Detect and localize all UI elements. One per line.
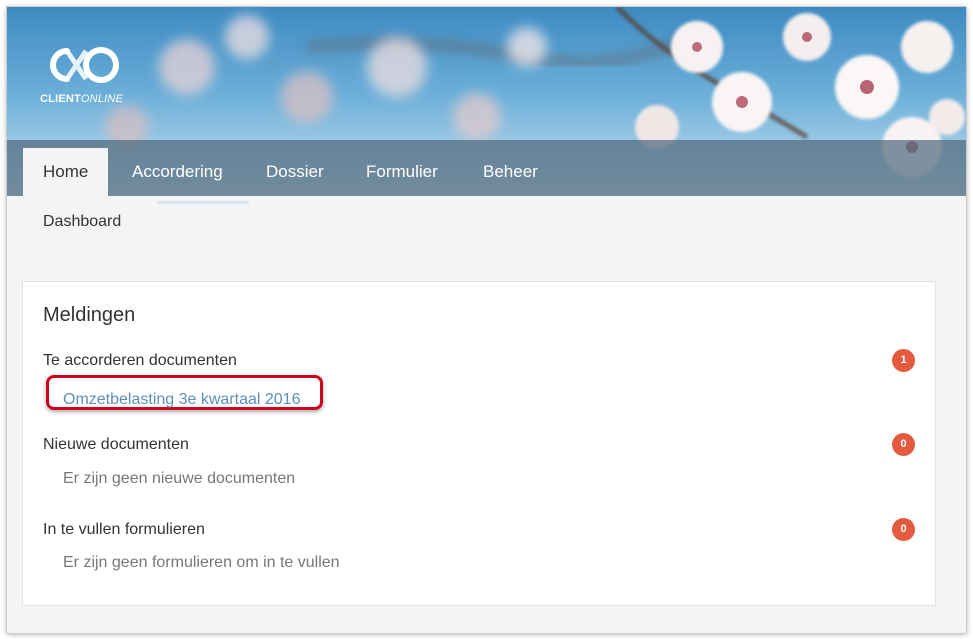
main-navigation: Home Accordering Dossier Formulier Behee… (7, 140, 966, 196)
header-banner: CLIENTONLINE Home Accordering Dossier Fo… (7, 7, 966, 196)
nav-tab-dossier[interactable]: Dossier (246, 148, 344, 196)
section-label-approve-documents: Te accorderen documenten (43, 352, 237, 369)
app-window: CLIENTONLINE Home Accordering Dossier Fo… (7, 7, 966, 633)
empty-state-forms: Er zijn geen formulieren om in te vullen (63, 554, 340, 571)
panel-title: Meldingen (43, 304, 136, 326)
section-label-forms: In te vullen formulieren (43, 521, 205, 538)
document-link-omzetbelasting[interactable]: Omzetbelasting 3e kwartaal 2016 (63, 391, 300, 409)
nav-hover-indicator (157, 201, 249, 204)
subnav-dashboard-link[interactable]: Dashboard (43, 213, 121, 231)
section-label-new-documents: Nieuwe documenten (43, 436, 189, 453)
notifications-panel: Meldingen Te accorderen documenten 1 Omz… (22, 281, 936, 606)
count-badge-approve-documents: 1 (892, 349, 915, 372)
empty-state-new-documents: Er zijn geen nieuwe documenten (63, 470, 296, 487)
nav-tab-accordering[interactable]: Accordering (112, 148, 243, 196)
brand-wordmark: CLIENTONLINE (40, 93, 123, 105)
nav-tab-home[interactable]: Home (23, 148, 109, 196)
nav-tab-beheer[interactable]: Beheer (463, 148, 558, 196)
count-badge-forms: 0 (892, 518, 915, 541)
nav-tab-formulier[interactable]: Formulier (346, 148, 458, 196)
brand-wordmark-light: ONLINE (80, 93, 124, 105)
count-badge-new-documents: 0 (892, 433, 915, 456)
brand-wordmark-strong: CLIENT (40, 93, 81, 105)
